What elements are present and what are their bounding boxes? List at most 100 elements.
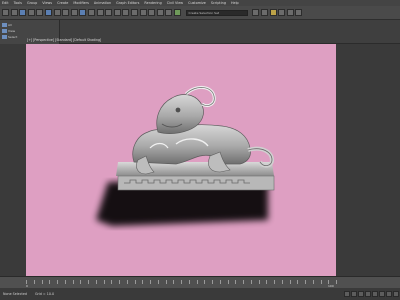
mirror-icon[interactable] bbox=[252, 9, 260, 16]
panel-row-label: Select bbox=[8, 34, 18, 39]
angle-snap-icon[interactable] bbox=[148, 9, 156, 16]
timeline-tick bbox=[312, 280, 314, 284]
timeline-tick bbox=[142, 280, 144, 284]
timeline-tick bbox=[49, 280, 51, 284]
orbit-icon[interactable] bbox=[393, 291, 399, 297]
timeline-tick bbox=[72, 280, 74, 284]
timeline-tick bbox=[281, 280, 283, 284]
select-link-icon[interactable] bbox=[19, 9, 27, 16]
selection-set-field[interactable]: Create Selection Set bbox=[186, 9, 249, 16]
snap-toggle-icon[interactable] bbox=[139, 9, 147, 16]
timeline-tick bbox=[126, 280, 128, 284]
timeline-tick bbox=[297, 280, 299, 284]
zoom-icon[interactable] bbox=[379, 291, 385, 297]
timeline-tick bbox=[243, 280, 244, 284]
unlink-icon[interactable] bbox=[27, 9, 35, 16]
menu-graph-editors[interactable]: Graph Editors bbox=[116, 1, 139, 5]
timeline-tick bbox=[134, 280, 136, 284]
viewport-label[interactable]: [+] [Perspective] [Standard] [Default Sh… bbox=[27, 38, 101, 42]
undo-icon[interactable] bbox=[2, 9, 9, 16]
status-bar: None Selected Grid = 10.0 bbox=[0, 288, 400, 300]
spinner-snap-icon[interactable] bbox=[165, 9, 173, 16]
menu-civil-view[interactable]: Civil View bbox=[167, 1, 183, 5]
timeline-tick bbox=[250, 280, 252, 284]
menu-animation[interactable]: Animation bbox=[94, 1, 111, 5]
select-icon bbox=[2, 34, 7, 39]
view-icon bbox=[2, 28, 7, 33]
scale-icon[interactable] bbox=[96, 9, 104, 16]
panel-row-all[interactable]: All bbox=[2, 22, 57, 27]
timeline-tick bbox=[64, 280, 66, 284]
bind-space-warp-icon[interactable] bbox=[36, 9, 44, 16]
menu-create[interactable]: Create bbox=[57, 1, 68, 5]
lion-statue-render bbox=[96, 86, 275, 226]
menu-customize[interactable]: Customize bbox=[188, 1, 206, 5]
align-icon[interactable] bbox=[261, 9, 269, 16]
timeline-tick bbox=[88, 280, 89, 284]
rectangle-selection-icon[interactable] bbox=[62, 9, 70, 16]
previous-frame-icon[interactable] bbox=[351, 291, 357, 297]
timeline-tick bbox=[33, 280, 35, 284]
main-toolbar: Create Selection Set bbox=[0, 6, 400, 20]
timeline-tick bbox=[150, 280, 151, 284]
render-setup-icon[interactable] bbox=[278, 9, 286, 16]
play-icon[interactable] bbox=[358, 291, 364, 297]
timeline-tick bbox=[212, 280, 213, 284]
timeline-tick bbox=[266, 280, 268, 284]
edit-named-selection-icon[interactable] bbox=[173, 9, 181, 16]
timeline-tick bbox=[57, 280, 58, 284]
pan-icon[interactable] bbox=[386, 291, 392, 297]
timeline-tick bbox=[219, 280, 221, 284]
panel-row-view[interactable]: View bbox=[2, 28, 57, 33]
menu-modifiers[interactable]: Modifiers bbox=[73, 1, 88, 5]
timeline-tick bbox=[41, 280, 43, 284]
next-frame-icon[interactable] bbox=[365, 291, 371, 297]
timeline[interactable]: 0 100 bbox=[0, 276, 400, 288]
manipulate-icon[interactable] bbox=[122, 9, 130, 16]
move-icon[interactable] bbox=[79, 9, 87, 16]
go-to-start-icon[interactable] bbox=[344, 291, 350, 297]
pivot-center-icon[interactable] bbox=[113, 9, 121, 16]
window-crossing-icon[interactable] bbox=[70, 9, 78, 16]
command-panel bbox=[336, 44, 400, 276]
select-object-icon[interactable] bbox=[44, 9, 52, 16]
timeline-tick bbox=[305, 280, 306, 284]
timeline-tick bbox=[235, 280, 237, 284]
select-by-name-icon[interactable] bbox=[53, 9, 61, 16]
timeline-tick bbox=[111, 280, 113, 284]
material-editor-icon[interactable] bbox=[269, 9, 277, 16]
timeline-ticks bbox=[26, 278, 337, 286]
menu-help[interactable]: Help bbox=[231, 1, 239, 5]
filter-icon bbox=[2, 22, 7, 27]
percent-snap-icon[interactable] bbox=[156, 9, 164, 16]
lion-body bbox=[132, 124, 251, 165]
menu-views[interactable]: Views bbox=[42, 1, 52, 5]
timeline-tick bbox=[320, 280, 322, 284]
menu-scripting[interactable]: Scripting bbox=[211, 1, 226, 5]
menu-tools[interactable]: Tools bbox=[14, 1, 22, 5]
redo-icon[interactable] bbox=[10, 9, 18, 16]
timeline-tick bbox=[336, 280, 337, 284]
menu-group[interactable]: Group bbox=[27, 1, 37, 5]
menu-rendering[interactable]: Rendering bbox=[144, 1, 161, 5]
render-icon[interactable] bbox=[295, 9, 303, 16]
timeline-tick bbox=[95, 280, 97, 284]
panel-row-label: View bbox=[8, 28, 16, 33]
timeline-tick bbox=[204, 280, 206, 284]
timeline-tick bbox=[181, 280, 182, 284]
menu-edit[interactable]: Edit bbox=[2, 1, 9, 5]
timeline-tick bbox=[165, 280, 167, 284]
perspective-viewport[interactable] bbox=[26, 44, 336, 276]
rotate-icon[interactable] bbox=[87, 9, 95, 16]
panel-row-label: All bbox=[8, 22, 12, 27]
timeline-tick bbox=[119, 280, 120, 284]
timeline-tick bbox=[173, 280, 175, 284]
timeline-tick bbox=[289, 280, 291, 284]
timeline-tick bbox=[227, 280, 229, 284]
keyboard-shortcut-icon[interactable] bbox=[130, 9, 138, 16]
render-frame-icon[interactable] bbox=[286, 9, 294, 16]
timeline-tick bbox=[157, 280, 159, 284]
placement-icon[interactable] bbox=[105, 9, 113, 16]
timeline-tick bbox=[188, 280, 190, 284]
go-to-end-icon[interactable] bbox=[372, 291, 378, 297]
